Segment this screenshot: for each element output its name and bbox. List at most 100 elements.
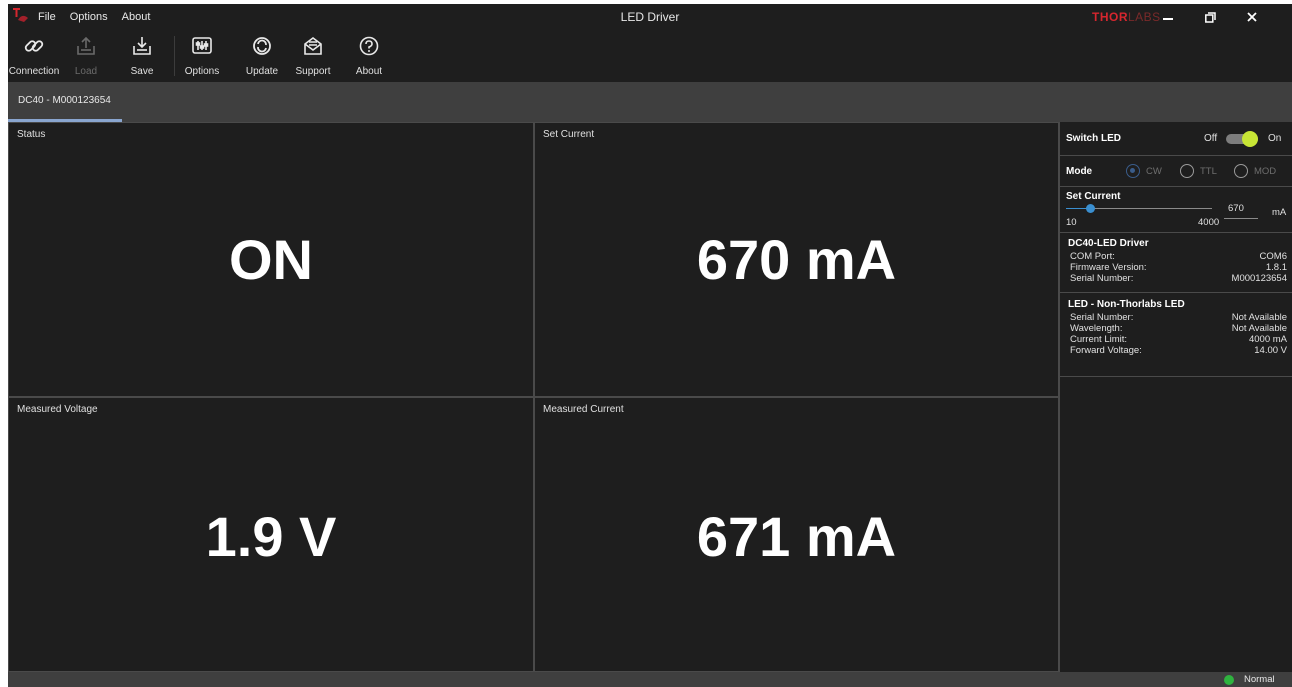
driver-row: COM Port: COM6 (1068, 251, 1287, 262)
minimize-icon (1163, 18, 1173, 20)
driver-row: Serial Number: M000123654 (1068, 273, 1287, 284)
led-row-value: 4000 mA (1248, 334, 1287, 345)
mode-ttl-label: TTL (1200, 166, 1217, 177)
measured-voltage-panel-label: Measured Voltage (17, 404, 98, 415)
upload-icon (77, 36, 95, 55)
led-row-key: Wavelength: (1070, 323, 1123, 334)
connection-button[interactable]: Connection (8, 32, 60, 80)
support-label: Support (295, 66, 331, 77)
tab-device[interactable]: DC40 - M000123654 (8, 82, 122, 122)
led-row: Current Limit: 4000 mA (1068, 334, 1287, 345)
envelope-icon (304, 37, 322, 55)
question-icon (359, 36, 379, 56)
save-button[interactable]: Save (124, 32, 160, 80)
measured-current-panel: Measured Current 671 mA (534, 397, 1059, 672)
close-button[interactable] (1240, 6, 1264, 28)
load-label: Load (74, 66, 98, 77)
mode-ttl-radio[interactable] (1180, 164, 1194, 178)
mode-mod-radio[interactable] (1234, 164, 1248, 178)
set-current-value: 670 mA (696, 228, 897, 291)
about-label: About (355, 66, 383, 77)
mode-mod-label: MOD (1254, 166, 1277, 177)
menu-about[interactable]: About (122, 11, 151, 23)
menu-options[interactable]: Options (70, 11, 108, 23)
restore-icon (1204, 11, 1216, 23)
led-row: Forward Voltage: 14.00 V (1068, 345, 1287, 356)
update-button[interactable]: Update (240, 32, 284, 80)
led-row-value: Not Available (1231, 323, 1287, 334)
driver-row-key: Serial Number: (1070, 273, 1134, 284)
connection-label: Connection (8, 66, 60, 77)
driver-row-value: COM6 (1259, 251, 1287, 262)
led-row-key: Current Limit: (1070, 334, 1128, 345)
led-row-key: Forward Voltage: (1070, 345, 1142, 356)
brand-strong: THOR (1092, 10, 1128, 24)
mode-section: Mode CW TTL MOD (1060, 156, 1292, 187)
status-bar: Normal (8, 672, 1292, 687)
download-icon (133, 37, 151, 55)
toolbar: Connection Load Save Options Update Supp… (8, 30, 1292, 82)
restore-button[interactable] (1198, 6, 1222, 28)
thorlabs-app-icon (13, 8, 28, 22)
status-indicator-icon (1224, 675, 1234, 685)
about-button[interactable]: About (352, 32, 386, 80)
set-current-section: Set Current 10 4000 670 mA (1060, 187, 1292, 233)
led-row: Wavelength: Not Available (1068, 323, 1287, 334)
mode-label: Mode (1066, 166, 1093, 177)
toolbar-separator (174, 36, 175, 76)
slider-max-label: 4000 (1198, 217, 1220, 228)
mode-cw-label: CW (1146, 166, 1162, 177)
led-title: LED - Non-Thorlabs LED (1068, 299, 1185, 310)
toggle-knob (1242, 131, 1258, 147)
status-panel: Status ON (8, 122, 534, 397)
driver-row-value: M000123654 (1231, 273, 1287, 284)
led-row: Serial Number: Not Available (1068, 312, 1287, 323)
led-row-key: Serial Number: (1070, 312, 1134, 323)
link-icon (24, 40, 44, 52)
sliders-icon (192, 37, 212, 54)
set-current-panel: Set Current 670 mA (534, 122, 1059, 397)
app-window: File Options About LED Driver THORLABS C… (8, 4, 1292, 687)
set-current-input[interactable]: 670 (1224, 203, 1258, 219)
switch-led-toggle[interactable] (1224, 131, 1260, 147)
driver-row-value: 1.8.1 (1265, 262, 1287, 273)
set-current-slider[interactable] (1066, 203, 1212, 215)
brand-logo: THORLABS (1092, 10, 1161, 24)
switch-led-label: Switch LED (1066, 133, 1122, 144)
close-icon (1247, 12, 1257, 22)
title-bar: File Options About LED Driver THORLABS (8, 4, 1292, 30)
device-tab-strip: DC40 - M000123654 (8, 82, 1292, 122)
led-row-value: 14.00 V (1254, 345, 1287, 356)
load-button[interactable]: Load (68, 32, 104, 80)
menu-file[interactable]: File (38, 11, 56, 23)
status-panel-label: Status (17, 129, 46, 140)
update-label: Update (245, 66, 279, 77)
driver-row: Firmware Version: 1.8.1 (1068, 262, 1287, 273)
switch-led-section: Switch LED Off On (1060, 122, 1292, 156)
options-button[interactable]: Options (180, 32, 224, 80)
driver-row-key: Firmware Version: (1070, 262, 1147, 273)
mode-cw-radio[interactable] (1126, 164, 1140, 178)
set-current-panel-label: Set Current (543, 129, 595, 140)
slider-thumb[interactable] (1086, 204, 1095, 213)
support-button[interactable]: Support (290, 32, 336, 80)
driver-info-section: DC40-LED Driver COM Port: COM6 Firmware V… (1060, 233, 1292, 293)
led-info-section: LED - Non-Thorlabs LED Serial Number: Not… (1060, 293, 1292, 377)
set-current-unit: mA (1272, 207, 1287, 218)
led-row-value: Not Available (1231, 312, 1287, 323)
save-label: Save (130, 66, 154, 77)
switch-off-label: Off (1204, 133, 1218, 144)
set-current-label: Set Current (1066, 191, 1121, 202)
slider-min-label: 10 (1066, 217, 1077, 228)
minimize-button[interactable] (1156, 6, 1180, 28)
measured-voltage-panel: Measured Voltage 1.9 V (8, 397, 534, 672)
refresh-icon (253, 37, 271, 55)
options-label: Options (184, 66, 220, 77)
switch-on-label: On (1268, 133, 1282, 144)
control-sidebar: Switch LED Off On Mode CW TTL MOD Set Cu… (1059, 122, 1292, 672)
measured-voltage-value: 1.9 V (205, 505, 337, 568)
driver-row-key: COM Port: (1070, 251, 1115, 262)
measured-current-panel-label: Measured Current (543, 404, 624, 415)
status-text: Normal (1244, 674, 1275, 685)
menu-bar: File Options About (38, 4, 150, 30)
